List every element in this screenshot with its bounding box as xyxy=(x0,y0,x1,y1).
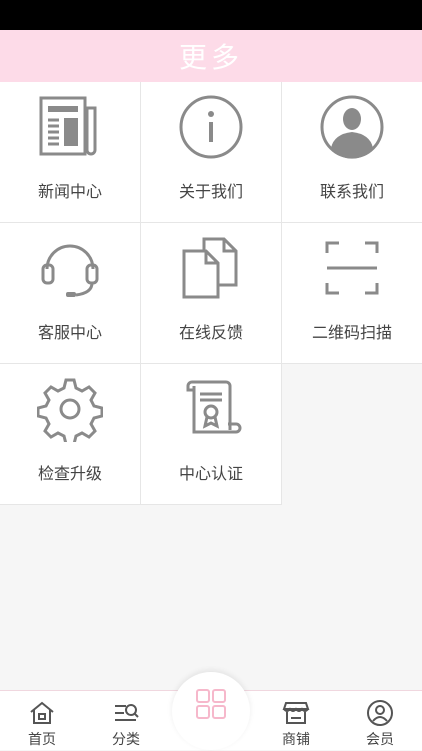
discover-grid-icon xyxy=(196,689,226,719)
page-header: 更多 xyxy=(0,30,422,82)
grid-item-customer-service[interactable]: 客服中心 xyxy=(0,223,141,364)
grid-item-check-update[interactable]: 检查升级 xyxy=(0,364,141,505)
home-icon xyxy=(30,701,54,724)
tab-label: 商铺 xyxy=(282,732,310,748)
grid-item-news[interactable]: 新闻中心 xyxy=(0,82,141,223)
scan-frame-icon xyxy=(282,235,422,301)
tab-label: 分类 xyxy=(112,732,140,748)
tab-shop[interactable]: 商铺 xyxy=(254,691,338,751)
grid-item-label: 在线反馈 xyxy=(178,323,243,342)
member-icon xyxy=(367,700,393,726)
grid-item-label: 新闻中心 xyxy=(37,182,102,201)
certificate-scroll-icon xyxy=(141,376,281,442)
grid-item-about[interactable]: 关于我们 xyxy=(141,82,282,223)
info-icon xyxy=(141,94,281,160)
user-avatar-icon xyxy=(282,94,422,160)
grid-item-feedback[interactable]: 在线反馈 xyxy=(141,223,282,364)
grid-item-qr-scan[interactable]: 二维码扫描 xyxy=(282,223,422,364)
discover-button[interactable] xyxy=(172,672,250,750)
tab-label: 首页 xyxy=(28,732,56,748)
tab-member[interactable]: 会员 xyxy=(338,691,422,751)
status-bar xyxy=(0,0,422,30)
tab-label: 会员 xyxy=(366,732,394,748)
shop-icon xyxy=(282,702,310,724)
page-title: 更多 xyxy=(178,41,243,74)
grid-item-label: 中心认证 xyxy=(178,464,243,483)
grid-item-label: 客服中心 xyxy=(37,323,102,342)
gear-icon xyxy=(0,376,140,442)
grid-item-label: 检查升级 xyxy=(37,464,102,483)
grid-item-certification[interactable]: 中心认证 xyxy=(141,364,282,505)
category-search-icon xyxy=(115,704,139,721)
tab-category[interactable]: 分类 xyxy=(84,691,168,751)
grid-item-label: 关于我们 xyxy=(178,182,243,201)
newspaper-icon xyxy=(0,94,140,160)
tab-home[interactable]: 首页 xyxy=(0,691,84,751)
grid-item-label: 二维码扫描 xyxy=(311,323,392,342)
documents-icon xyxy=(141,235,281,301)
grid-item-label: 联系我们 xyxy=(319,182,384,201)
headset-icon xyxy=(0,235,140,301)
grid-item-contact[interactable]: 联系我们 xyxy=(282,82,422,223)
